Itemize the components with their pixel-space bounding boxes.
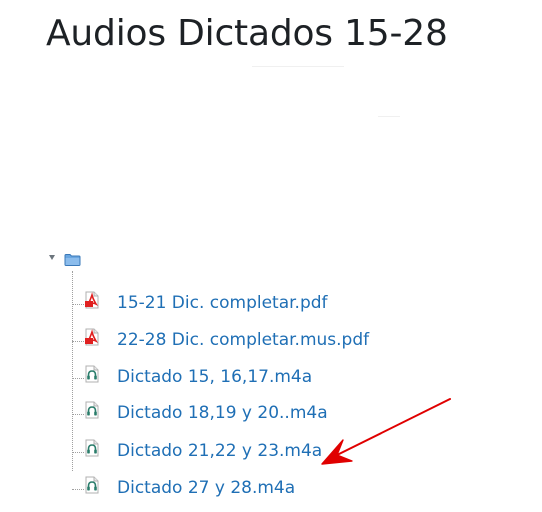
file-link[interactable]: Dictado 21,22 y 23.m4a <box>117 438 322 464</box>
file-item[interactable]: Dictado 21,22 y 23.m4a <box>72 438 432 464</box>
file-link[interactable]: 15-21 Dic. completar.pdf <box>117 290 328 316</box>
audio-icon <box>85 365 99 383</box>
pdf-icon <box>85 328 99 346</box>
file-link[interactable]: 22-28 Dic. completar.mus.pdf <box>117 327 369 353</box>
file-item[interactable]: Dictado 27 y 28.m4a <box>72 475 432 501</box>
file-item[interactable]: 15-21 Dic. completar.pdf <box>72 290 432 316</box>
audio-icon <box>85 476 99 494</box>
collapse-toggle-icon[interactable] <box>49 255 55 260</box>
file-item[interactable]: 22-28 Dic. completar.mus.pdf <box>72 327 432 353</box>
tree-branch <box>72 452 84 453</box>
tree-branch <box>72 304 84 305</box>
pdf-icon <box>85 291 99 309</box>
folder-tree: 15-21 Dic. completar.pdf 22-28 Dic. comp… <box>0 0 542 512</box>
file-link[interactable]: Dictado 27 y 28.m4a <box>117 475 295 501</box>
tree-branch <box>72 414 84 415</box>
tree-branch <box>72 341 84 342</box>
tree-branch <box>72 489 84 490</box>
audio-icon <box>85 439 99 457</box>
file-link[interactable]: Dictado 15, 16,17.m4a <box>117 364 312 390</box>
folder-icon[interactable] <box>64 253 81 266</box>
file-link[interactable]: Dictado 18,19 y 20..m4a <box>117 400 328 426</box>
tree-branch <box>72 378 84 379</box>
file-item[interactable]: Dictado 15, 16,17.m4a <box>72 364 432 390</box>
file-item[interactable]: Dictado 18,19 y 20..m4a <box>72 400 432 426</box>
audio-icon <box>85 401 99 419</box>
